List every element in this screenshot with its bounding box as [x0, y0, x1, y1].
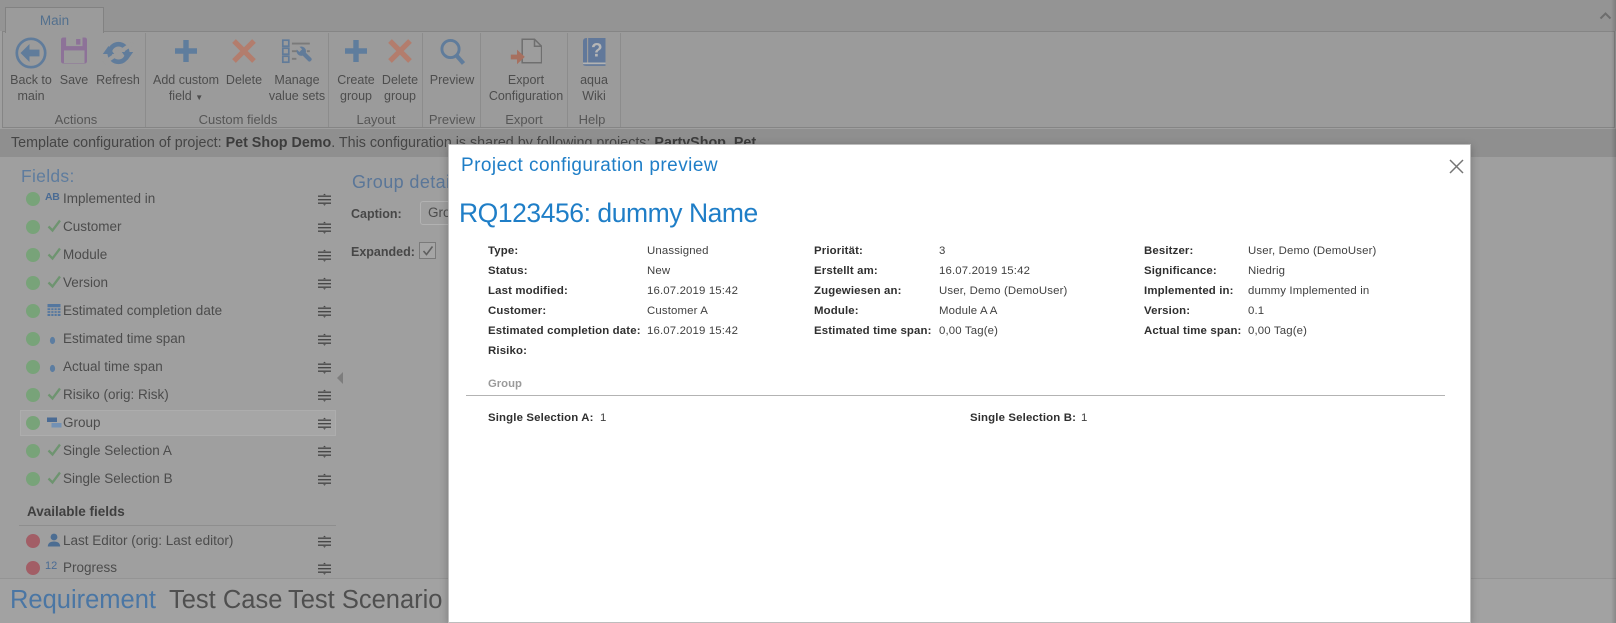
- svg-text:?: ?: [591, 41, 603, 62]
